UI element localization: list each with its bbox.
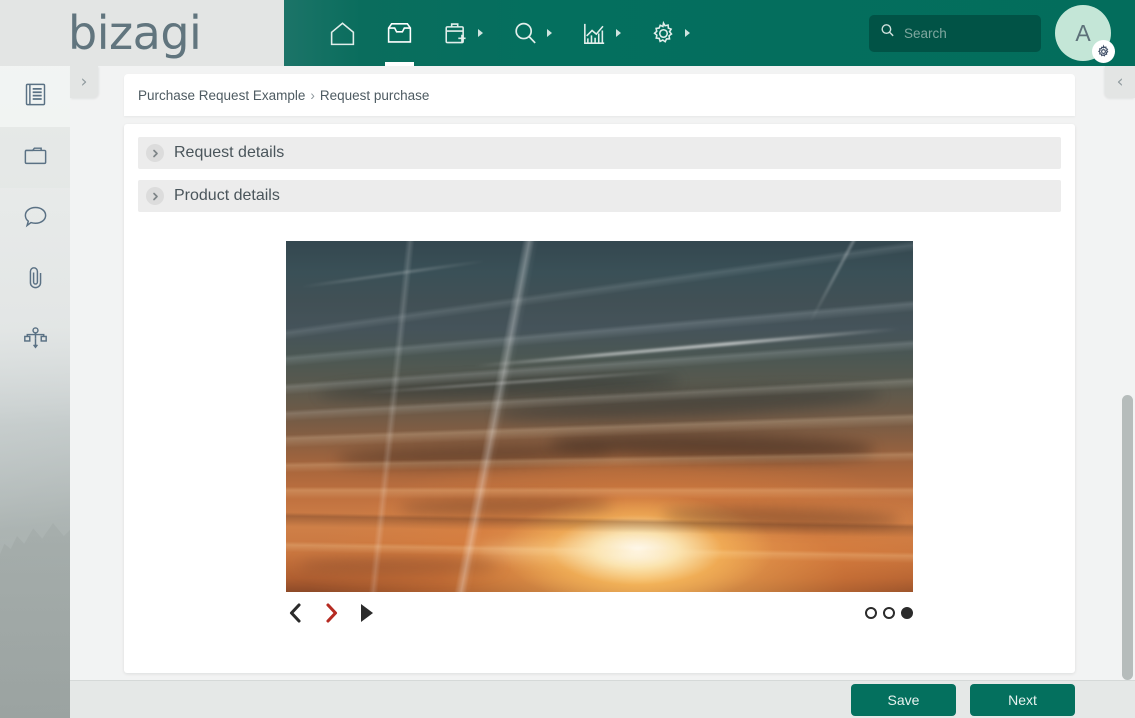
chevron-left-icon: ‹ <box>1116 71 1124 92</box>
chevron-down-icon <box>616 29 621 37</box>
chevron-down-icon <box>547 29 552 37</box>
global-search-box[interactable] <box>869 14 1041 52</box>
search-icon <box>879 22 896 44</box>
inbox-icon <box>385 19 414 48</box>
application-window: bizagi Search A › ‹ Purchase Request Exa… <box>0 0 1135 718</box>
carousel-dot-2[interactable] <box>883 607 895 619</box>
breadcrumb-current: Request purchase <box>319 87 430 103</box>
top-bar: bizagi Search A <box>0 0 1135 66</box>
sidebar-item-list <box>0 66 70 371</box>
section-title: Product details <box>174 187 280 204</box>
carousel-controls <box>286 600 913 626</box>
nav-icon-group <box>314 0 704 66</box>
nav-item-admin[interactable] <box>635 0 704 66</box>
chevron-down-icon <box>478 29 483 37</box>
sky-streaks <box>286 241 913 592</box>
nav-item-inbox[interactable] <box>371 0 428 66</box>
sidebar-item-process[interactable] <box>0 310 70 371</box>
home-icon <box>328 19 357 48</box>
chevron-right-icon: › <box>80 71 88 92</box>
sidebar-item-attachments[interactable] <box>0 249 70 310</box>
main-content: Purchase Request Example › Request purch… <box>70 66 1135 680</box>
chevron-down-icon <box>685 29 690 37</box>
sidebar-item-documents[interactable] <box>0 127 70 188</box>
briefcase-plus-icon <box>442 19 471 48</box>
left-sidebar <box>0 66 70 718</box>
nav-item-new-case[interactable] <box>428 0 497 66</box>
folder-icon <box>22 142 49 174</box>
search-area: A <box>869 5 1135 63</box>
action-footer: Save Next <box>70 680 1135 718</box>
form-card: Request details Product details <box>124 124 1075 673</box>
right-panel-collapse-toggle[interactable]: ‹ <box>1105 66 1135 98</box>
breadcrumb-separator: › <box>310 87 315 103</box>
chevron-right-icon <box>146 144 164 162</box>
chevron-right-icon <box>146 187 164 205</box>
gear-icon <box>649 19 678 48</box>
form-list-icon <box>22 81 49 113</box>
save-button[interactable]: Save <box>851 683 956 716</box>
breadcrumb-root[interactable]: Purchase Request Example <box>138 88 305 103</box>
next-button[interactable]: Next <box>970 683 1075 716</box>
section-title: Request details <box>174 144 285 161</box>
gear-icon[interactable] <box>1092 40 1115 63</box>
carousel-dots <box>865 607 913 619</box>
sidebar-item-form[interactable] <box>0 66 70 127</box>
carousel-play-button[interactable] <box>358 602 375 624</box>
nav-item-home[interactable] <box>314 0 371 66</box>
section-request-details[interactable]: Request details <box>138 137 1061 169</box>
top-navigation: A <box>284 0 1135 66</box>
section-product-details[interactable]: Product details <box>138 180 1061 212</box>
carousel-dot-3[interactable] <box>901 607 913 619</box>
scrollbar-thumb[interactable] <box>1122 395 1133 680</box>
comment-icon <box>22 203 49 235</box>
sidebar-item-comments[interactable] <box>0 188 70 249</box>
carousel-image <box>286 241 913 592</box>
carousel-prev-button[interactable] <box>286 602 304 624</box>
vertical-scrollbar[interactable] <box>1121 66 1134 680</box>
process-diagram-icon <box>22 325 49 357</box>
nav-item-queries[interactable] <box>497 0 566 66</box>
image-carousel <box>138 241 1061 626</box>
paperclip-icon <box>22 264 49 296</box>
nav-item-analytics[interactable] <box>566 0 635 66</box>
bizagi-logo: bizagi <box>68 6 202 60</box>
user-menu[interactable]: A <box>1055 5 1115 63</box>
carousel-dot-1[interactable] <box>865 607 877 619</box>
carousel-next-button[interactable] <box>322 602 340 624</box>
chart-icon <box>580 19 609 48</box>
sidebar-expand-toggle[interactable]: › <box>70 66 98 98</box>
search-icon <box>511 19 540 48</box>
logo-area: bizagi <box>0 0 284 66</box>
search-input[interactable] <box>904 25 1024 41</box>
breadcrumb: Purchase Request Example › Request purch… <box>124 74 1075 116</box>
